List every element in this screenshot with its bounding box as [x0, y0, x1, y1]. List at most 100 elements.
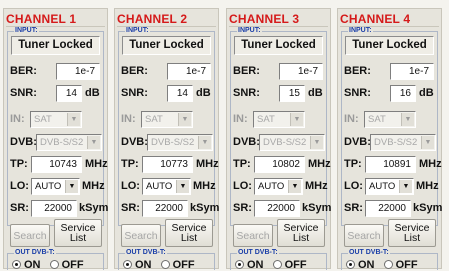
tp-input[interactable]: 10773: [142, 156, 193, 173]
service-list-button[interactable]: Service List: [165, 219, 213, 247]
input-group: [118, 31, 215, 226]
output-group-label: OUT DVB-T:: [14, 249, 56, 256]
radio-on-icon[interactable]: [12, 260, 21, 269]
dvb-select[interactable]: DVB-S/S2 ▼: [36, 134, 102, 151]
output-toggle: ON OFF: [123, 259, 195, 271]
sr-unit: kSym: [302, 202, 332, 214]
off-option[interactable]: OFF: [272, 259, 307, 271]
sr-unit: kSym: [79, 202, 109, 214]
snr-label: SNR:: [10, 87, 37, 99]
snr-value: 16: [390, 85, 416, 102]
input-select[interactable]: SAT ▼: [30, 111, 82, 128]
output-toggle: ON OFF: [235, 259, 307, 271]
dvb-select[interactable]: DVB-S/S2 ▼: [259, 134, 325, 151]
off-option[interactable]: OFF: [160, 259, 195, 271]
ber-value: 1e-7: [56, 63, 100, 80]
off-label: OFF: [284, 259, 307, 271]
service-list-button[interactable]: Service List: [388, 219, 436, 247]
dvb-select-value: DVB-S/S2: [374, 137, 418, 148]
snr-value: 15: [279, 85, 305, 102]
ber-label: BER:: [344, 65, 371, 77]
tuner-status: Tuner Locked: [234, 36, 323, 55]
dvb-select[interactable]: DVB-S/S2 ▼: [147, 134, 213, 151]
lo-unit: MHz: [305, 180, 328, 192]
radio-on-icon[interactable]: [235, 260, 244, 269]
tp-unit: MHz: [196, 158, 219, 170]
input-group: [341, 31, 438, 226]
tp-input[interactable]: 10891: [365, 156, 416, 173]
in-label: IN:: [10, 113, 25, 125]
on-label: ON: [247, 259, 264, 271]
input-select[interactable]: SAT ▼: [364, 111, 416, 128]
in-label: IN:: [344, 113, 359, 125]
off-option[interactable]: OFF: [383, 259, 418, 271]
search-button[interactable]: Search: [233, 224, 273, 247]
lo-unit: MHz: [82, 180, 105, 192]
snr-unit: dB: [308, 87, 323, 99]
snr-label: SNR:: [121, 87, 148, 99]
sr-input[interactable]: 22000: [365, 200, 411, 217]
ber-label: BER:: [233, 65, 260, 77]
chevron-down-icon: ▼: [198, 136, 211, 149]
input-group-label: INPUT:: [14, 27, 39, 34]
ber-value: 1e-7: [390, 63, 434, 80]
channel-title: CHANNEL 2: [117, 12, 188, 26]
lo-select[interactable]: AUTO ▼: [142, 178, 191, 195]
radio-off-icon[interactable]: [49, 260, 59, 269]
lo-select[interactable]: AUTO ▼: [254, 178, 303, 195]
channel-title: CHANNEL 3: [229, 12, 300, 26]
on-label: ON: [358, 259, 375, 271]
radio-on-icon[interactable]: [346, 260, 355, 269]
chevron-down-icon: ▼: [178, 113, 191, 126]
dvb-label: DVB:: [233, 136, 260, 148]
chevron-down-icon: ▼: [399, 180, 412, 193]
on-option[interactable]: ON: [346, 259, 375, 271]
search-button[interactable]: Search: [10, 224, 50, 247]
service-list-button[interactable]: Service List: [54, 219, 102, 247]
sr-label: SR:: [233, 202, 252, 214]
lo-label: LO:: [121, 180, 140, 192]
lo-select[interactable]: AUTO ▼: [365, 178, 414, 195]
dvb-select[interactable]: DVB-S/S2 ▼: [370, 134, 436, 151]
tp-input[interactable]: 10802: [254, 156, 305, 173]
radio-off-icon[interactable]: [383, 260, 393, 269]
chevron-down-icon: ▼: [401, 113, 414, 126]
sr-label: SR:: [344, 202, 363, 214]
input-group: [230, 31, 327, 226]
sr-unit: kSym: [413, 202, 443, 214]
tuner-status: Tuner Locked: [11, 36, 100, 55]
on-option[interactable]: ON: [235, 259, 264, 271]
on-option[interactable]: ON: [12, 259, 41, 271]
channel-4-panel: CHANNEL 4 INPUT: Tuner Locked BER: 1e-7 …: [337, 8, 443, 271]
sr-input[interactable]: 22000: [254, 200, 300, 217]
output-group-label: OUT DVB-T:: [237, 249, 279, 256]
lo-unit: MHz: [193, 180, 216, 192]
input-select-value: SAT: [34, 114, 52, 125]
off-option[interactable]: OFF: [49, 259, 84, 271]
sr-input[interactable]: 22000: [31, 200, 77, 217]
tp-input[interactable]: 10743: [31, 156, 82, 173]
on-option[interactable]: ON: [123, 259, 152, 271]
search-button[interactable]: Search: [344, 224, 384, 247]
service-list-button[interactable]: Service List: [277, 219, 325, 247]
chevron-down-icon: ▼: [288, 180, 301, 193]
lo-select-value: AUTO: [35, 181, 62, 192]
search-button[interactable]: Search: [121, 224, 161, 247]
lo-label: LO:: [344, 180, 363, 192]
radio-off-icon[interactable]: [160, 260, 170, 269]
tp-unit: MHz: [308, 158, 331, 170]
radio-on-icon[interactable]: [123, 260, 132, 269]
radio-off-icon[interactable]: [272, 260, 282, 269]
chevron-down-icon: ▼: [290, 113, 303, 126]
tp-label: TP:: [233, 158, 251, 170]
input-select[interactable]: SAT ▼: [141, 111, 193, 128]
dvb-label: DVB:: [344, 136, 371, 148]
tuner-status: Tuner Locked: [122, 36, 211, 55]
lo-select[interactable]: AUTO ▼: [31, 178, 80, 195]
sr-input[interactable]: 22000: [142, 200, 188, 217]
off-label: OFF: [61, 259, 84, 271]
off-label: OFF: [172, 259, 195, 271]
input-select[interactable]: SAT ▼: [253, 111, 305, 128]
in-label: IN:: [121, 113, 136, 125]
snr-unit: dB: [419, 87, 434, 99]
